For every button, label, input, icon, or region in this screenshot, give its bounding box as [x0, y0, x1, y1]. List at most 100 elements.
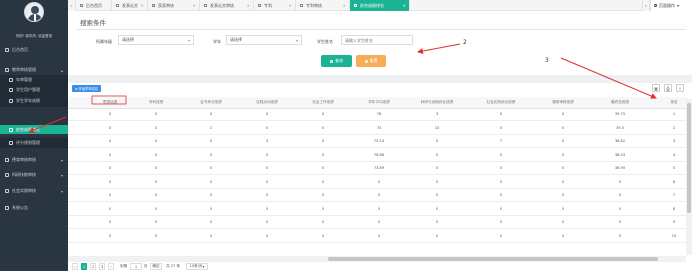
column-header[interactable]: 证书考试成绩	[186, 100, 236, 105]
sidebar-item-student-users[interactable]: 学生用户管理	[0, 85, 68, 95]
vertical-scrollbar[interactable]	[686, 99, 692, 255]
sidebar-item-practice-review[interactable]: 社会实践审核 ▾	[0, 186, 68, 196]
page-button-2[interactable]: 2	[90, 263, 97, 270]
table-cell: 0	[618, 233, 622, 238]
column-header[interactable]: 社会实践综合成绩	[472, 100, 530, 105]
tab-awards-review[interactable]: 获奖审核 ×	[148, 0, 200, 11]
table-row[interactable]: 0 3 2 0 0 74 10 0 0 39.5 2	[68, 123, 688, 135]
table-cell: 0	[265, 112, 269, 116]
users-icon	[5, 68, 9, 72]
table-cell: 0	[435, 206, 439, 211]
annotation-2: 2	[463, 39, 467, 46]
table-row[interactable]: 0 0 0 0 0 0 0 0 0 0 8	[68, 204, 688, 216]
year-select[interactable]: 请选择 ▾	[226, 35, 302, 45]
table-cell: 0	[154, 179, 158, 184]
student-name-label: 学生姓名	[317, 39, 333, 44]
annotation-3: 3	[545, 57, 549, 64]
tabs-scroll-right-icon[interactable]: »	[642, 0, 650, 11]
table-cell: 0	[209, 112, 213, 116]
table-cell: 0	[561, 139, 565, 143]
tab-patent-review[interactable]: 专利审核 ×	[296, 0, 350, 11]
student-name-input[interactable]	[341, 35, 413, 45]
table-cell: 1	[672, 112, 676, 116]
tab-papers[interactable]: 发表论文 ×	[112, 0, 148, 11]
table-cell: 0	[154, 139, 158, 143]
close-icon[interactable]: ×	[343, 3, 346, 8]
table-cell: 0	[499, 193, 503, 197]
sidebar-item-ranking[interactable]: 综合成绩排名	[0, 125, 68, 134]
column-header[interactable]: 排名	[662, 100, 686, 105]
tab-papers-review[interactable]: 发表论文审核 ×	[200, 0, 254, 11]
table-row[interactable]: 0 0 0 0 0 0 0 0 0 0 6	[68, 177, 688, 189]
table-row[interactable]: 0 0 0 0 0 0 0 0 0 0 7	[68, 190, 688, 202]
column-header[interactable]: 实践活动成绩	[242, 100, 292, 105]
export-button[interactable]: ⊕ 开始学年成绩	[72, 85, 101, 92]
columns-icon[interactable]: ▦	[652, 84, 660, 92]
column-header[interactable]: 科研与创新综合成绩	[408, 100, 466, 105]
column-header[interactable]: 专利成绩	[136, 100, 176, 105]
goto-page-input[interactable]: 1	[130, 263, 142, 270]
table-cell: 3	[672, 139, 676, 143]
column-header[interactable]: 社会工作成绩	[300, 100, 346, 105]
column-header[interactable]: 学年平均成绩	[354, 100, 404, 105]
sidebar-item-scoring-rules[interactable]: 评分规则管理	[0, 138, 68, 148]
table-row[interactable]: 0 0 0 3 4 75.14 0 7 0 38.62 3	[68, 136, 688, 148]
grade-select[interactable]: 请选择 ▾	[118, 35, 194, 45]
table-row[interactable]: 0 0 0 0 0 73.69 0 0 0 36.95 5	[68, 163, 688, 175]
sidebar-item-teacher-review[interactable]: 教师审核管理 ▴	[0, 65, 68, 75]
sidebar-item-annual-review[interactable]: 年审管理	[0, 75, 68, 85]
table-cell: 0	[265, 152, 269, 157]
table-cell: 0	[618, 220, 622, 224]
column-header[interactable]: 德育审核成绩	[538, 100, 588, 105]
table-cell: 0	[321, 193, 325, 197]
close-icon[interactable]: ×	[193, 3, 196, 8]
sidebar-item-announcements[interactable]: 系统公告	[0, 203, 68, 213]
table-cell: 0	[154, 220, 158, 224]
table-cell: 0	[154, 152, 158, 157]
table-cell: 0	[265, 220, 269, 224]
user-avatar[interactable]	[24, 2, 44, 22]
scrollbar-thumb[interactable]	[328, 257, 658, 261]
tab-icon	[116, 4, 119, 7]
page-button-3[interactable]: 3	[99, 263, 106, 270]
table-row[interactable]: 0 0 0 0 0 76.86 0 0 0 38.43 4	[68, 150, 688, 162]
table-row[interactable]: 0 0 0 0 0 0 0 0 0 0 9	[68, 217, 688, 229]
table-cell: 0	[435, 179, 439, 184]
page-operations-button[interactable]: 页面操作 ▾	[650, 0, 692, 11]
page-size-select[interactable]: 10条/页 ▾	[186, 263, 208, 270]
chevron-down-icon: ▾	[677, 3, 680, 8]
table-row[interactable]: 0 0 0 0 0 0 0 0 0 0 10	[68, 231, 688, 243]
globe-icon	[5, 189, 9, 193]
close-icon[interactable]: ×	[247, 3, 250, 8]
tab-ranking[interactable]: 综合成绩排名 ×	[350, 0, 410, 11]
close-icon[interactable]: ×	[141, 3, 144, 8]
table-cell: 0	[561, 220, 565, 224]
table-cell: 0	[561, 125, 565, 130]
close-icon[interactable]: ×	[403, 3, 406, 8]
goto-label: 到第	[120, 264, 128, 268]
print-icon[interactable]: ⎙	[664, 84, 672, 92]
table-row[interactable]: 0 0 0 0 0 78 3 0 0 39.75 1	[68, 109, 688, 121]
query-button[interactable]: 查询	[321, 55, 352, 67]
tabs-scroll-left-icon[interactable]: «	[68, 0, 76, 11]
table-cell: 0	[321, 152, 325, 157]
sidebar-item-home[interactable]: 后台首页	[0, 45, 68, 55]
prev-page-icon[interactable]: ‹	[72, 263, 78, 270]
sidebar-item-student-grades[interactable]: 学生学年成绩	[0, 95, 68, 107]
table-cell: 7	[672, 193, 676, 197]
column-header[interactable]: 最终总成绩	[596, 100, 644, 105]
page-button-1[interactable]: 1	[81, 263, 88, 270]
table-cell: 73.69	[373, 166, 385, 170]
tab-home[interactable]: 后台首页	[76, 0, 112, 11]
reset-button[interactable]: 重置	[356, 55, 386, 67]
table-cell: 0	[377, 179, 381, 184]
tab-patent[interactable]: 专利 ×	[254, 0, 296, 11]
scrollbar-thumb[interactable]	[687, 103, 691, 213]
export-icon[interactable]: ⇩	[676, 84, 684, 92]
confirm-button[interactable]: 确定	[150, 263, 162, 270]
column-header[interactable]: 思想品德	[90, 100, 130, 105]
sidebar-item-research-review[interactable]: 科研技能审核 ▾	[0, 170, 68, 180]
next-page-icon[interactable]: ›	[108, 263, 114, 270]
close-icon[interactable]: ×	[289, 3, 292, 8]
sidebar-item-moral-review[interactable]: 德育审核审核 ▾	[0, 155, 68, 165]
